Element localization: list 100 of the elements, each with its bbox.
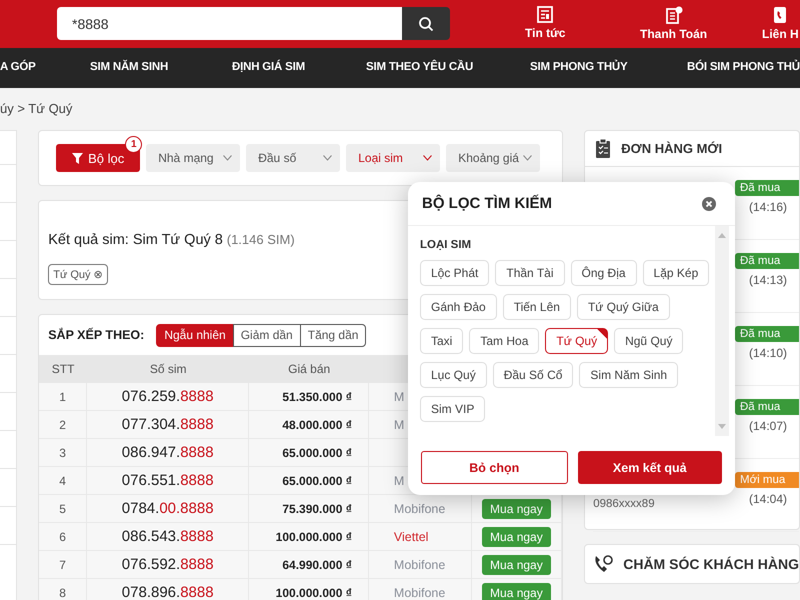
scrollbar[interactable]: [715, 226, 729, 436]
filter-tag[interactable]: Tứ Quý ⊗: [48, 264, 108, 285]
panel-title: CHĂM SÓC KHÁCH HÀNG: [623, 556, 799, 572]
sort-option[interactable]: Ngẫu nhiên: [156, 324, 234, 346]
chevron-down-icon: [423, 155, 432, 161]
buy-button[interactable]: Mua ngay: [482, 582, 551, 600]
order-time: (14:10): [748, 346, 788, 360]
scroll-down-icon[interactable]: [718, 424, 726, 429]
carrier-label: Viettel: [394, 530, 428, 544]
dropdown[interactable]: Khoảng giá: [446, 144, 540, 172]
dialog-title: BỘ LỌC TÌM KIẾM: [422, 195, 552, 212]
price-cell: 65.000.000 ₫: [249, 439, 369, 466]
phone-number: 0784.00.8888: [87, 495, 250, 522]
buy-button[interactable]: Mua ngay: [482, 554, 551, 574]
table-cell: 5: [39, 495, 88, 522]
table-cell: 2: [39, 411, 88, 438]
filter-chip[interactable]: Đầu Số Cổ: [492, 362, 574, 388]
filter-chip[interactable]: Ông Địa: [570, 260, 637, 286]
filter-chip[interactable]: Taxi: [420, 328, 464, 354]
newspaper-icon: [536, 6, 554, 23]
nav-link[interactable]: A GÓP: [0, 61, 36, 73]
status-badge: Đã mua: [735, 180, 799, 196]
carrier-label: Mobifone: [394, 558, 446, 572]
panel-title: ĐƠN HÀNG MỚI: [621, 141, 722, 156]
nav-link[interactable]: SIM NĂM SINH: [90, 61, 168, 73]
price-cell: 100.000.000 ₫: [249, 523, 369, 550]
price-cell: 75.390.000 ₫: [249, 495, 369, 522]
dropdown[interactable]: Nhà mạng: [146, 144, 240, 172]
filter-chip[interactable]: Tiến Lên: [502, 294, 571, 320]
chevron-down-icon: [523, 155, 532, 161]
buy-button[interactable]: Mua ngay: [482, 498, 551, 518]
sort-option[interactable]: Tăng dần: [300, 324, 366, 346]
filter-chip[interactable]: Ngũ Quý: [614, 328, 684, 354]
table-cell: 7: [39, 551, 88, 578]
carrier-label: M: [394, 390, 404, 404]
price-cell: 51.350.000 ₫: [249, 383, 369, 410]
status-badge: Đã mua: [735, 253, 799, 269]
search-field[interactable]: *8888: [57, 7, 402, 40]
dropdown[interactable]: Đầu số: [246, 144, 340, 172]
phone-number: 077.304.8888: [87, 411, 250, 438]
chevron-down-icon: [223, 155, 232, 161]
filter-chip[interactable]: Sim VIP: [420, 396, 486, 422]
phone-number: 076.551.8888: [87, 467, 250, 494]
carrier-label: Mobifone: [394, 586, 446, 600]
scroll-up-icon[interactable]: [718, 233, 726, 238]
nav-link[interactable]: SIM THEO YÊU CẦU: [366, 61, 474, 73]
filter-chip[interactable]: Lục Quý: [420, 362, 487, 388]
table-cell: 8: [39, 579, 88, 600]
column-header: Giá bán: [287, 361, 332, 378]
dropdown[interactable]: Loại sim: [346, 144, 440, 172]
order-time: (14:07): [748, 419, 788, 433]
buy-button[interactable]: Mua ngay: [482, 526, 551, 546]
carrier-label: M: [394, 474, 404, 488]
sort-label: SẮP XẾP THEO:: [48, 328, 144, 342]
chevron-down-icon: [323, 155, 332, 161]
phone-number: 076.259.8888: [87, 383, 250, 410]
header-link[interactable]: Liên H: [762, 6, 799, 41]
filter-chip[interactable]: Tam Hoa: [469, 328, 540, 354]
header-link[interactable]: Tin tức: [525, 6, 566, 40]
clipboard-icon: [595, 139, 612, 158]
phone-number: 0986xxxx89: [593, 498, 655, 510]
price-cell: 48.000.000 ₫: [249, 411, 369, 438]
phone-number: 086.543.8888: [87, 523, 250, 550]
filter-chip[interactable]: Lộc Phát: [420, 260, 490, 286]
carrier-label: Mobifone: [394, 502, 446, 516]
header-link[interactable]: Thanh Toán: [640, 6, 708, 41]
filter-chip[interactable]: Sim Năm Sinh: [579, 362, 678, 388]
column-header: STT: [50, 361, 76, 378]
results-title: Kết quả sim: Sim Tứ Quý 8 (1.146 SIM): [48, 231, 295, 248]
count-badge: 1: [125, 136, 142, 153]
price-cell: 100.000.000 ₫: [249, 579, 369, 600]
table-cell: 4: [39, 467, 88, 494]
funnel-icon: [72, 152, 84, 164]
search-icon: [418, 16, 434, 32]
breadcrumb: úy > Tứ Quý: [0, 100, 74, 118]
phone-number: 078.896.8888: [87, 579, 250, 600]
filter-chip[interactable]: Tứ Quý: [545, 328, 608, 354]
filter-chip[interactable]: Lặp Kép: [642, 260, 710, 286]
table-cell: 3: [39, 439, 88, 466]
nav-link[interactable]: SIM PHONG THỦY: [530, 61, 628, 73]
apply-button[interactable]: Xem kết quả: [578, 451, 722, 484]
filter-chip[interactable]: Gánh Đảo: [420, 294, 497, 320]
phone-number: 076.592.8888: [87, 551, 250, 578]
filter-chip[interactable]: Thần Tài: [495, 260, 565, 286]
close-button[interactable]: [702, 196, 716, 210]
status-badge: Đã mua: [735, 399, 799, 415]
search-button[interactable]: [402, 7, 450, 40]
order-time: (14:04): [748, 492, 788, 506]
column-header: Số sim: [148, 361, 188, 378]
phone-number: 086.947.8888: [87, 439, 250, 466]
price-cell: 64.990.000 ₫: [249, 551, 369, 578]
nav-link[interactable]: ĐỊNH GIÁ SIM: [232, 61, 305, 73]
filter-chip[interactable]: Tứ Quý Giữa: [576, 294, 670, 320]
nav-link[interactable]: BÓI SIM PHONG THỦ: [687, 61, 800, 73]
table-cell: 1: [39, 383, 88, 410]
clear-button[interactable]: Bỏ chọn: [421, 451, 568, 484]
sort-option[interactable]: Giảm dần: [232, 324, 301, 346]
carrier-label: M: [394, 418, 404, 432]
order-time: (14:16): [748, 200, 788, 214]
phone-icon: [593, 554, 614, 574]
